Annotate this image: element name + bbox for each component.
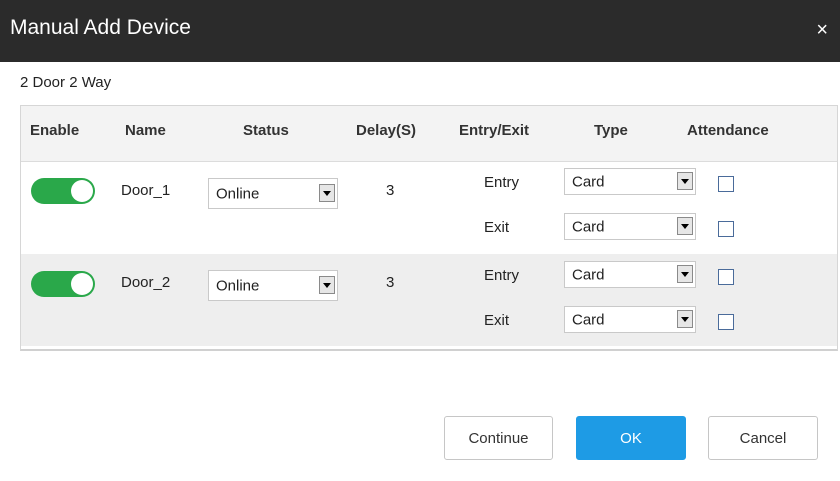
header-name: Name — [125, 122, 166, 139]
attendance-checkbox[interactable] — [718, 269, 734, 285]
dropdown-arrow-icon — [677, 217, 693, 235]
dropdown-arrow-icon — [677, 310, 693, 328]
door-name: Door_2 — [121, 274, 171, 291]
status-value: Online — [216, 185, 260, 202]
dropdown-arrow-icon — [319, 184, 335, 202]
continue-button[interactable]: Continue — [444, 416, 553, 460]
dropdown-arrow-icon — [319, 276, 335, 294]
ok-button[interactable]: OK — [576, 416, 686, 460]
header-type: Type — [594, 122, 628, 139]
status-value: Online — [216, 277, 260, 294]
door-table: Enable Name Status Delay(S) Entry/Exit T… — [20, 105, 838, 351]
cancel-button[interactable]: Cancel — [708, 416, 818, 460]
toggle-knob — [71, 180, 93, 202]
door-name: Door_1 — [121, 182, 171, 199]
delay-value: 3 — [386, 182, 395, 199]
header-delay: Delay(S) — [356, 122, 417, 139]
type-value: Card — [572, 266, 605, 283]
enable-toggle[interactable] — [31, 271, 95, 297]
table-row: Door_2 Online 3 Entry Card Exit Card — [21, 254, 837, 346]
type-select[interactable]: Card — [564, 168, 696, 195]
type-select[interactable]: Card — [564, 306, 696, 333]
type-select[interactable]: Card — [564, 261, 696, 288]
table-header: Enable Name Status Delay(S) Entry/Exit T… — [21, 106, 837, 162]
type-value: Card — [572, 218, 605, 235]
close-icon[interactable]: × — [816, 20, 828, 40]
header-status: Status — [243, 122, 289, 139]
dropdown-arrow-icon — [677, 265, 693, 283]
type-value: Card — [572, 173, 605, 190]
status-select[interactable]: Online — [208, 270, 338, 301]
attendance-checkbox[interactable] — [718, 176, 734, 192]
header-attendance: Attendance — [687, 122, 769, 139]
attendance-checkbox[interactable] — [718, 221, 734, 237]
dialog-titlebar: Manual Add Device × — [0, 0, 840, 62]
direction-label: Exit — [484, 219, 510, 236]
header-enable: Enable — [30, 122, 80, 139]
device-mode-label: 2 Door 2 Way — [20, 74, 112, 91]
status-select[interactable]: Online — [208, 178, 338, 209]
type-select[interactable]: Card — [564, 213, 696, 240]
table-row: Door_1 Online 3 Entry Card Exit Card — [21, 162, 837, 254]
toggle-knob — [71, 273, 93, 295]
dialog-title: Manual Add Device — [10, 16, 191, 39]
header-entry-exit: Entry/Exit — [459, 122, 530, 139]
enable-toggle[interactable] — [31, 178, 95, 204]
delay-value: 3 — [386, 274, 395, 291]
direction-label: Entry — [484, 174, 520, 191]
type-value: Card — [572, 311, 605, 328]
direction-label: Entry — [484, 267, 520, 284]
dropdown-arrow-icon — [677, 172, 693, 190]
attendance-checkbox[interactable] — [718, 314, 734, 330]
direction-label: Exit — [484, 312, 510, 329]
